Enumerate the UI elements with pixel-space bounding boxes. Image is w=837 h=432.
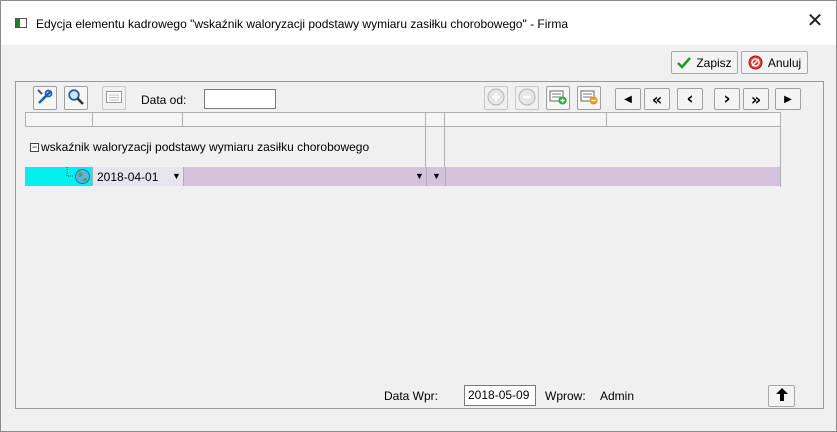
search-button[interactable] — [64, 86, 88, 110]
grid-divider — [425, 127, 426, 167]
tools-button[interactable] — [33, 86, 57, 110]
title-bar: Edycja elementu kadrowego "wskaźnik walo… — [1, 1, 836, 45]
magnifier-icon — [67, 88, 85, 109]
value-cell[interactable] — [183, 167, 426, 186]
value-dropdown-icon[interactable]: ▼ — [415, 172, 424, 181]
cancel-button[interactable]: Anuluj — [741, 51, 808, 74]
group-row[interactable]: − wskaźnik waloryzacji podstawy wymiaru … — [25, 140, 369, 154]
date-value: 2018-04-01 — [97, 169, 159, 184]
add-record-button[interactable] — [546, 86, 570, 110]
date-dropdown-icon[interactable]: ▼ — [172, 172, 181, 181]
date-from-label: Data od: — [141, 93, 187, 107]
checkmark-icon — [677, 56, 692, 69]
add-record-icon — [549, 89, 567, 108]
grid-header-cell[interactable] — [182, 112, 426, 127]
grid-header-cell[interactable] — [444, 112, 607, 127]
grid-divider — [444, 127, 445, 167]
cancel-icon — [748, 55, 763, 70]
grid-header-cell[interactable] — [606, 112, 781, 127]
nav-next-fast-button[interactable]: » — [743, 88, 769, 110]
minus-circle-icon — [518, 88, 536, 109]
detail-cell[interactable] — [445, 167, 780, 186]
edit-record-button[interactable] — [577, 86, 601, 110]
entered-by-value: Admin — [600, 389, 635, 403]
triangle-right-icon: ▶ — [784, 93, 792, 105]
window-app-icon — [15, 18, 27, 28]
grid-header-cell[interactable] — [425, 112, 445, 127]
date-from-input[interactable] — [204, 89, 276, 109]
collapse-icon[interactable]: − — [30, 142, 39, 152]
grid-header-cell[interactable] — [25, 112, 93, 127]
cancel-button-label: Anuluj — [767, 55, 802, 70]
add-button[interactable] — [484, 86, 508, 110]
plus-circle-icon — [487, 88, 505, 109]
remove-button[interactable] — [515, 86, 539, 110]
entry-date-label: Data Wpr: — [384, 389, 439, 403]
entry-date-field[interactable]: 2018-05-09 — [464, 385, 536, 406]
chevron-right-icon: › — [723, 89, 731, 109]
row-indicator-cell[interactable] — [25, 167, 92, 186]
window-title: Edycja elementu kadrowego "wskaźnik walo… — [36, 17, 569, 31]
double-chevron-left-icon: « — [651, 89, 663, 109]
tools-icon — [36, 88, 54, 109]
globe-icon — [75, 169, 90, 184]
grid-header-cell[interactable] — [92, 112, 183, 127]
extra-dropdown-icon[interactable]: ▼ — [432, 172, 441, 181]
grid-divider — [780, 127, 781, 187]
nav-prev-button[interactable]: ‹ — [677, 88, 703, 110]
save-button-label: Zapisz — [696, 55, 732, 70]
nav-next-button[interactable]: › — [714, 88, 740, 110]
dialog-window: Edycja elementu kadrowego "wskaźnik walo… — [0, 0, 837, 432]
scroll-up-button[interactable] — [768, 385, 795, 407]
chevron-left-icon: ‹ — [686, 89, 694, 109]
date-cell[interactable]: 2018-04-01 — [92, 167, 183, 186]
nav-first-button[interactable]: ◀ — [615, 88, 641, 110]
edit-record-icon — [580, 89, 598, 108]
entered-by-label: Wprow: — [545, 389, 586, 403]
double-chevron-right-icon: » — [750, 89, 762, 109]
close-button[interactable]: ✕ — [804, 11, 826, 33]
arrow-up-icon — [775, 388, 788, 404]
calendar-icon — [106, 90, 122, 106]
nav-prev-fast-button[interactable]: « — [644, 88, 670, 110]
nav-last-button[interactable]: ▶ — [775, 88, 801, 110]
group-label: wskaźnik waloryzacji podstawy wymiaru za… — [41, 140, 370, 154]
triangle-left-icon: ◀ — [624, 93, 632, 105]
calendar-button[interactable] — [102, 86, 126, 110]
save-button[interactable]: Zapisz — [671, 51, 738, 74]
